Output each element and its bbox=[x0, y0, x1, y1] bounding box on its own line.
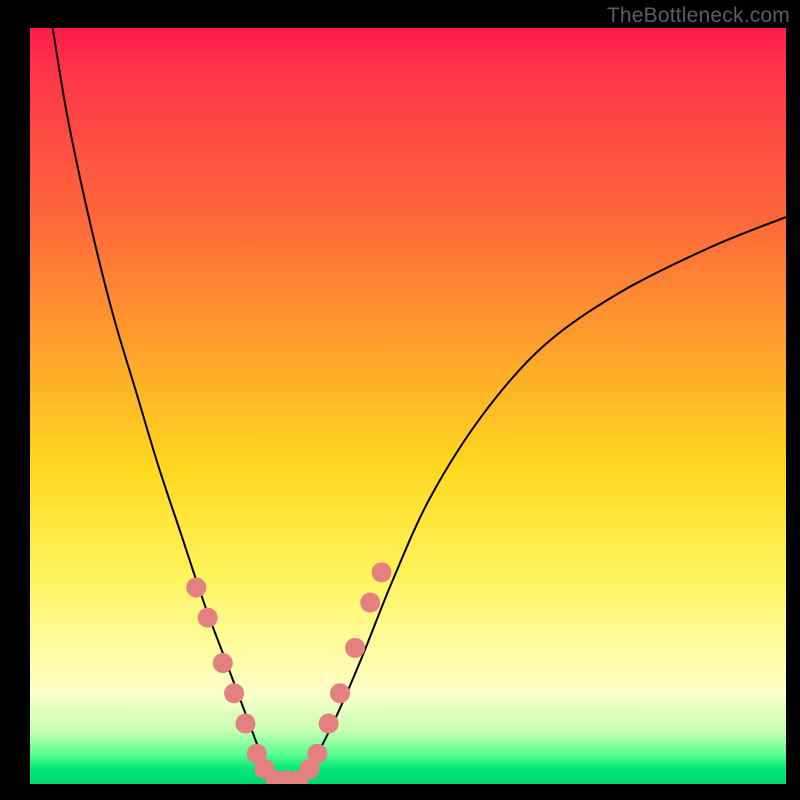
dot bbox=[319, 714, 339, 734]
dot bbox=[213, 653, 233, 673]
dot bbox=[186, 577, 206, 597]
dot bbox=[198, 608, 218, 628]
dot bbox=[360, 593, 380, 613]
right-curve bbox=[295, 217, 786, 784]
dot bbox=[224, 683, 244, 703]
dot bbox=[330, 683, 350, 703]
dot bbox=[235, 714, 255, 734]
left-curve bbox=[53, 28, 280, 784]
chart-plot-area bbox=[30, 28, 786, 784]
chart-frame: TheBottleneck.com bbox=[0, 0, 800, 800]
dot bbox=[307, 744, 327, 764]
dot bbox=[345, 638, 365, 658]
watermark-text: TheBottleneck.com bbox=[607, 4, 790, 28]
chart-svg bbox=[30, 28, 786, 784]
dot bbox=[372, 562, 392, 582]
highlight-dots bbox=[186, 562, 391, 784]
